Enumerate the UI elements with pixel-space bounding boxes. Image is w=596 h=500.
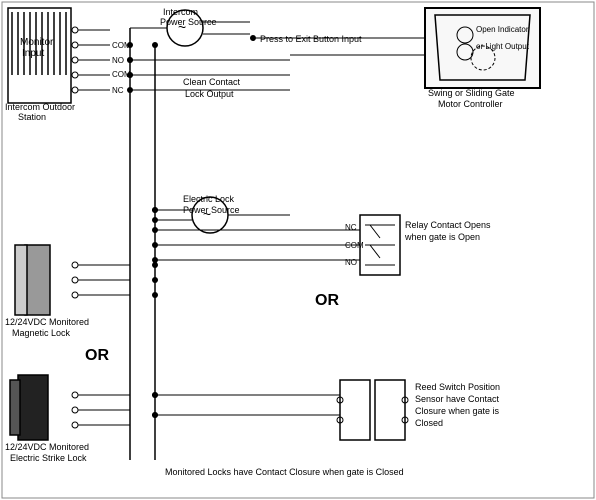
- svg-text:12/24VDC Monitored: 12/24VDC Monitored: [5, 317, 89, 327]
- svg-text:Motor Controller: Motor Controller: [438, 99, 503, 109]
- svg-text:NO: NO: [345, 258, 357, 267]
- svg-text:OR: OR: [85, 347, 109, 364]
- svg-text:12/24VDC Monitored: 12/24VDC Monitored: [5, 442, 89, 452]
- svg-text:Closed: Closed: [415, 418, 443, 428]
- svg-text:Intercom: Intercom: [163, 7, 198, 17]
- svg-text:NC: NC: [112, 86, 124, 95]
- svg-text:Magnetic Lock: Magnetic Lock: [12, 328, 71, 338]
- svg-text:OR: OR: [315, 292, 339, 309]
- svg-text:NC: NC: [345, 223, 357, 232]
- svg-text:Station: Station: [18, 112, 46, 122]
- svg-text:Closure when gate is: Closure when gate is: [415, 406, 500, 416]
- svg-text:Reed Switch Position: Reed Switch Position: [415, 382, 500, 392]
- svg-text:Swing or Sliding Gate: Swing or Sliding Gate: [428, 88, 515, 98]
- wiring-diagram: Monitor Input COM NO COM NC Intercom Out…: [0, 0, 596, 500]
- svg-text:Sensor have Contact: Sensor have Contact: [415, 394, 500, 404]
- svg-text:Clean Contact: Clean Contact: [183, 77, 241, 87]
- svg-text:Electric Strike Lock: Electric Strike Lock: [10, 453, 87, 463]
- svg-text:NO: NO: [112, 56, 124, 65]
- svg-text:Relay Contact Opens: Relay Contact Opens: [405, 220, 491, 230]
- svg-text:Intercom Outdoor: Intercom Outdoor: [5, 102, 75, 112]
- svg-text:Monitor: Monitor: [20, 37, 54, 48]
- svg-text:Monitored Locks have Contact C: Monitored Locks have Contact Closure whe…: [165, 467, 404, 477]
- svg-text:Electric Lock: Electric Lock: [183, 194, 235, 204]
- svg-text:Press to Exit Button Input: Press to Exit Button Input: [260, 34, 362, 44]
- svg-text:when gate is Open: when gate is Open: [404, 232, 480, 242]
- svg-text:Input: Input: [22, 48, 44, 59]
- svg-text:Open Indicator: Open Indicator: [476, 25, 529, 34]
